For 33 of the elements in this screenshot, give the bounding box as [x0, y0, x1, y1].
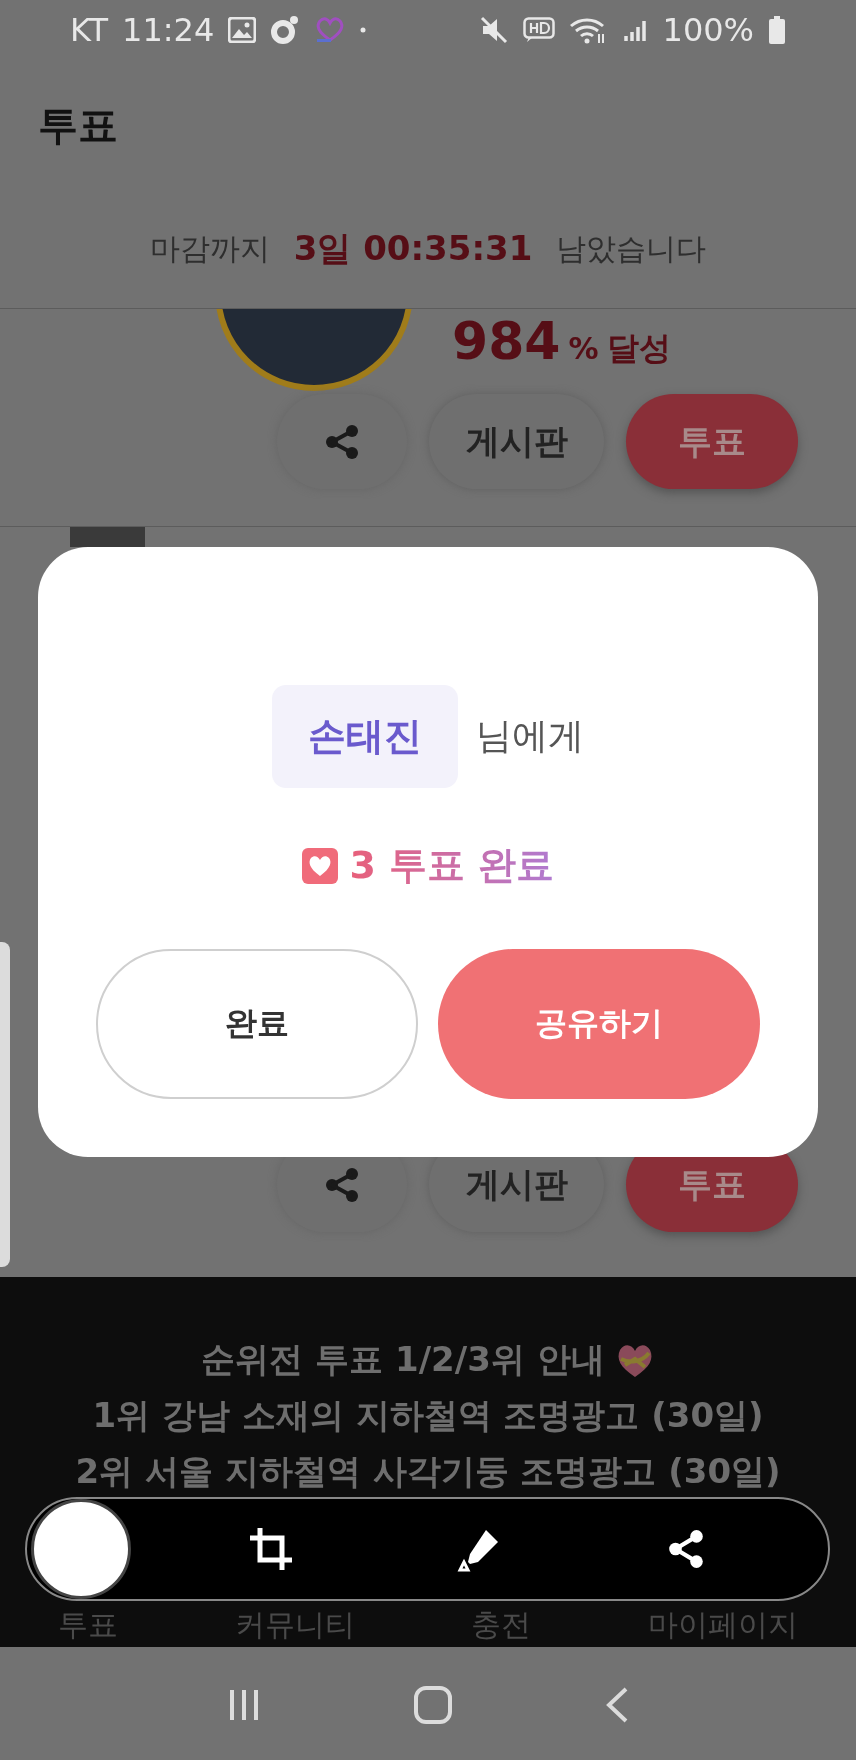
battery-text: 100% — [662, 11, 754, 49]
hd-icon — [522, 17, 555, 43]
recipient-name: 손태진 — [272, 685, 458, 788]
banner-text: 순위전 투표 1/2/3위 안내 — [201, 1338, 605, 1381]
crop-icon[interactable] — [248, 1526, 295, 1572]
share-button[interactable]: 공유하기 — [438, 949, 760, 1099]
carrier-text: KT — [70, 11, 109, 49]
deadline-label: 마감까지 — [149, 229, 270, 268]
edge-panel-handle[interactable] — [0, 942, 10, 1267]
dot-icon — [360, 27, 367, 33]
battery-icon — [768, 16, 786, 44]
remaining-suffix: 남았습니다 — [556, 229, 707, 268]
banner-text: 1위 강남 소재의 지하철역 조명광고 (30일) — [92, 1394, 764, 1437]
recipient-suffix: 님에게 — [476, 714, 584, 758]
board-button[interactable]: 게시판 — [429, 394, 604, 489]
nav-tab[interactable]: 충전 — [471, 1605, 532, 1646]
screenshot-thumbnail[interactable] — [31, 1499, 131, 1599]
circle-icon — [270, 15, 301, 45]
nav-tab[interactable]: 투표 — [58, 1605, 119, 1646]
achievement-label: 달성 — [606, 328, 671, 369]
home-icon[interactable] — [413, 1684, 453, 1725]
nav-tab[interactable]: 마이페이지 — [647, 1605, 798, 1646]
done-button[interactable]: 완료 — [96, 949, 418, 1099]
clock-text: 11:24 — [122, 11, 215, 49]
banner-text: 2위 서울 지하철역 사각기둥 조명광고 (30일) — [75, 1450, 781, 1493]
achievement-value: 984 — [452, 311, 561, 371]
page-title: 투표 — [38, 100, 118, 150]
achievement-unit: % — [568, 331, 599, 366]
nav-tab[interactable]: 커뮤니티 — [234, 1605, 355, 1646]
image-icon — [228, 17, 257, 43]
mute-icon — [478, 16, 509, 44]
vote-button[interactable]: 투표 — [626, 394, 798, 489]
remaining-time: 3일 00:35:31 — [293, 227, 533, 270]
